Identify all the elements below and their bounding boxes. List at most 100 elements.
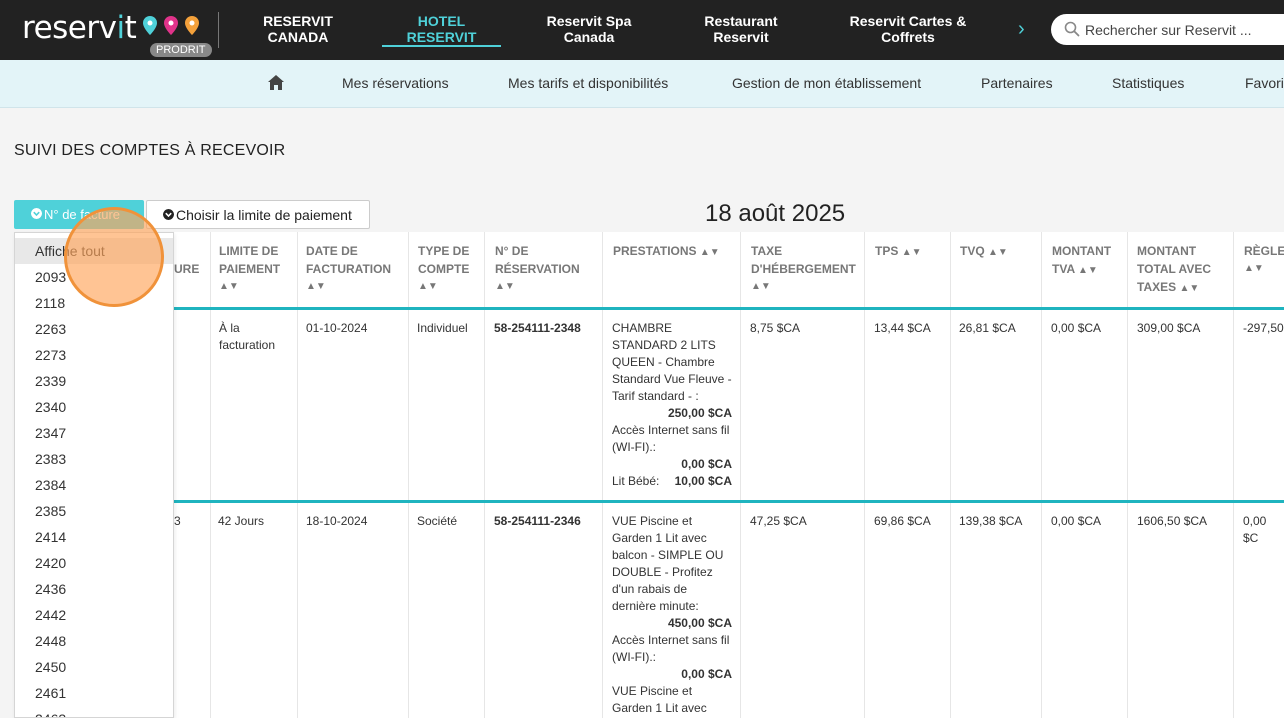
cell-tvq: 139,38 $CA xyxy=(959,514,1023,528)
dropdown-option[interactable]: 2347 xyxy=(15,420,173,446)
dropdown-option-show-all[interactable]: Affiche tout xyxy=(15,238,173,264)
cell-reglement: 0,00 $C xyxy=(1243,514,1267,545)
topnav-reservit-spa[interactable]: Reservit Spa Canada xyxy=(530,13,648,47)
sort-icon[interactable]: ▲▼ xyxy=(495,278,580,296)
header-type-compte[interactable]: TYPE DE COMPTE ▲▼ xyxy=(418,242,469,296)
cell-montant-total: 1606,50 $CA xyxy=(1137,514,1208,528)
search-input[interactable] xyxy=(1085,20,1275,40)
sort-icon[interactable]: ▲▼ xyxy=(751,278,856,296)
subnav-mes-tarifs[interactable]: Mes tarifs et disponibilités xyxy=(508,75,668,91)
prodrit-badge: PRODRIT xyxy=(150,43,212,57)
sub-navigation: Mes réservations Mes tarifs et disponibi… xyxy=(0,60,1284,108)
invoice-number-filter-button[interactable]: N° de facture xyxy=(14,200,144,229)
cell-limite-paiement: 42 Jours xyxy=(218,514,265,528)
chevron-right-icon[interactable]: › xyxy=(1018,18,1025,41)
dropdown-option[interactable]: 2414 xyxy=(15,524,173,550)
header-date-echeance-fragment: URE xyxy=(174,262,200,276)
cell-hidden-fragment: 3 xyxy=(174,514,181,528)
header-date-facturation[interactable]: DATE DE FACTURATION ▲▼ xyxy=(306,242,391,296)
dropdown-option[interactable]: 2384 xyxy=(15,472,173,498)
cell-numero-reservation[interactable]: 58-254111-2348 xyxy=(494,320,581,337)
topnav-label-line2: RESERVIT xyxy=(406,29,477,45)
logo-pins-icon xyxy=(143,16,199,35)
cell-prestations: CHAMBRE STANDARD 2 LITS QUEEN - Chambre … xyxy=(612,321,732,488)
topnav-cartes-coffrets[interactable]: Reservit Cartes & Coffrets xyxy=(838,13,978,47)
dropdown-option[interactable]: 2340 xyxy=(15,394,173,420)
column-divider xyxy=(602,232,603,718)
payment-limit-filter-button[interactable]: Choisir la limite de paiement xyxy=(146,200,370,229)
row-separator xyxy=(14,307,1284,310)
sort-icon[interactable]: ▲▼ xyxy=(700,247,720,258)
cell-tps: 13,44 $CA xyxy=(874,321,931,335)
header-montant-total[interactable]: MONTANT TOTAL AVEC TAXES ▲▼ xyxy=(1137,242,1211,298)
dropdown-option[interactable]: 2263 xyxy=(15,316,173,342)
sort-icon[interactable]: ▲▼ xyxy=(1078,265,1098,276)
header-taxe-hebergement[interactable]: TAXE D'HÉBERGEMENT ▲▼ xyxy=(751,242,856,296)
sort-icon[interactable]: ▲▼ xyxy=(306,278,391,296)
receivables-table: URE LIMITE DE PAIEMENT ▲▼ DATE DE FACTURAT… xyxy=(14,232,1284,718)
header-reglement[interactable]: RÈGLEMENT ▲▼ xyxy=(1244,242,1284,278)
dropdown-option[interactable]: 2273 xyxy=(15,342,173,368)
cell-montant-tva: 0,00 $CA xyxy=(1051,321,1102,335)
dropdown-option[interactable]: 2339 xyxy=(15,368,173,394)
row-separator xyxy=(14,500,1284,503)
column-divider xyxy=(297,232,298,718)
cell-taxe-hebergement: 47,25 $CA xyxy=(750,514,807,528)
sort-icon[interactable]: ▲▼ xyxy=(219,278,280,296)
search-box[interactable] xyxy=(1051,14,1284,45)
chevron-down-circle-icon xyxy=(163,209,174,220)
sort-icon[interactable]: ▲▼ xyxy=(1244,260,1284,278)
invoice-number-dropdown[interactable]: Affiche tout 2093 2118 2263 2273 2339 23… xyxy=(14,232,174,718)
dropdown-option[interactable]: 2093 xyxy=(15,264,173,290)
home-icon[interactable] xyxy=(267,74,285,91)
subnav-gestion-etablissement[interactable]: Gestion de mon établissement xyxy=(732,75,921,91)
dropdown-option[interactable]: 2448 xyxy=(15,628,173,654)
dropdown-option[interactable]: 2118 xyxy=(15,290,173,316)
subnav-mes-reservations[interactable]: Mes réservations xyxy=(342,75,449,91)
subnav-partenaires[interactable]: Partenaires xyxy=(981,75,1053,91)
column-divider xyxy=(864,232,865,718)
header-limite-paiement[interactable]: LIMITE DE PAIEMENT ▲▼ xyxy=(219,242,280,296)
cell-montant-total: 309,00 $CA xyxy=(1137,321,1201,335)
dropdown-option[interactable]: 2442 xyxy=(15,602,173,628)
header-prestations[interactable]: PRESTATIONS ▲▼ xyxy=(613,242,720,262)
dropdown-option[interactable]: 2383 xyxy=(15,446,173,472)
report-date: 18 août 2025 xyxy=(705,200,846,227)
chevron-down-circle-icon xyxy=(31,208,42,219)
topnav-label-line2: Coffrets xyxy=(881,29,935,45)
header-montant-tva[interactable]: MONTANT TVA ▲▼ xyxy=(1052,242,1111,280)
column-divider xyxy=(484,232,485,718)
logo-divider xyxy=(218,12,219,48)
cell-tvq: 26,81 $CA xyxy=(959,321,1016,335)
topnav-restaurant[interactable]: Restaurant Reservit xyxy=(686,13,796,47)
dropdown-option[interactable]: 2420 xyxy=(15,550,173,576)
header-tvq[interactable]: TVQ ▲▼ xyxy=(960,242,1008,262)
topnav-hotel-reservit[interactable]: HOTEL RESERVIT xyxy=(382,13,501,47)
cell-prestations: VUE Piscine et Garden 1 Lit avec balcon … xyxy=(612,514,732,715)
sort-icon[interactable]: ▲▼ xyxy=(418,278,469,296)
payment-limit-label: Choisir la limite de paiement xyxy=(176,206,352,223)
subnav-statistiques[interactable]: Statistiques xyxy=(1112,75,1184,91)
dropdown-option[interactable]: 2450 xyxy=(15,654,173,680)
sort-icon[interactable]: ▲▼ xyxy=(988,247,1008,258)
dropdown-option[interactable]: 2385 xyxy=(15,498,173,524)
dropdown-option[interactable]: 2463 xyxy=(15,706,173,717)
top-bar: reservit PRODRIT RESERVIT CANADA HOTEL R… xyxy=(0,0,1284,60)
topnav-label-line2: Canada xyxy=(563,29,615,45)
dropdown-option[interactable]: 2436 xyxy=(15,576,173,602)
cell-numero-reservation[interactable]: 58-254111-2346 xyxy=(494,513,581,530)
cell-type-compte: Individuel xyxy=(417,321,468,335)
dropdown-option[interactable]: 2461 xyxy=(15,680,173,706)
topnav-reservit-canada[interactable]: RESERVIT CANADA xyxy=(248,13,348,47)
logo-wordmark: reservit xyxy=(22,10,137,46)
sort-icon[interactable]: ▲▼ xyxy=(1179,283,1199,294)
subnav-favoris[interactable]: Favori xyxy=(1245,75,1284,91)
header-numero-reservation[interactable]: N° DE RÉSERVATION ▲▼ xyxy=(495,242,580,296)
sort-icon[interactable]: ▲▼ xyxy=(902,247,922,258)
column-divider xyxy=(950,232,951,718)
header-tps[interactable]: TPS ▲▼ xyxy=(875,242,921,262)
cell-date-facturation: 01-10-2024 xyxy=(306,321,368,335)
column-divider xyxy=(210,232,211,718)
cell-limite-paiement: À la facturation xyxy=(219,321,276,352)
topnav-label-line1: RESERVIT xyxy=(263,13,333,29)
